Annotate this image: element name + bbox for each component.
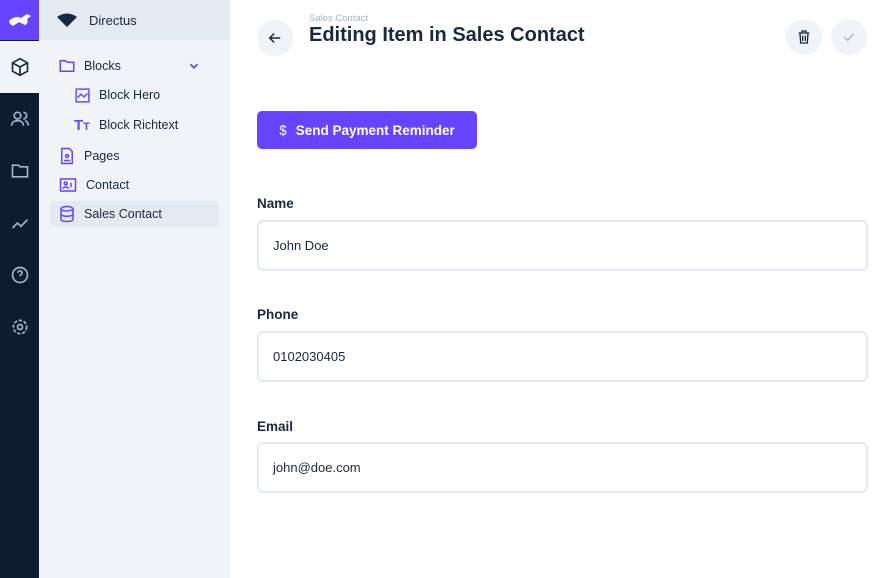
files-module-icon[interactable] [0, 145, 39, 197]
save-button[interactable] [831, 19, 867, 55]
chart-icon [75, 87, 90, 103]
field-label-phone: Phone [257, 307, 299, 322]
trash-icon [798, 30, 810, 44]
navigation-sidebar: Directus Blocks Block Hero TT Block Rich… [39, 0, 230, 578]
phone-input[interactable]: 0102030405 [257, 331, 868, 382]
name-input[interactable]: John Doe [257, 220, 868, 271]
nav-item-label: Blocks [84, 59, 121, 73]
field-label-email: Email [257, 419, 294, 434]
nav-item-label: Block Richtext [99, 118, 179, 132]
nav-item-label: Contact [86, 178, 130, 192]
main-content: Sales Contact Editing Item in Sales Cont… [230, 0, 881, 578]
users-module-icon[interactable] [0, 93, 39, 145]
document-icon [61, 147, 73, 165]
project-header[interactable]: Directus [39, 0, 230, 40]
nav-item-blocks[interactable]: Blocks [50, 53, 219, 79]
nav-item-label: Block Hero [99, 88, 161, 102]
nav-item-pages[interactable]: Pages [50, 143, 219, 169]
chevron-down-icon[interactable] [187, 59, 201, 73]
text-icon: TT [74, 116, 90, 134]
email-input[interactable]: john@doe.com [257, 442, 868, 493]
arrow-left-icon [268, 32, 281, 44]
nav-item-label: Pages [84, 149, 120, 163]
module-bar [0, 0, 39, 578]
page-title: Editing Item in Sales Contact [309, 24, 585, 46]
delete-button[interactable] [786, 19, 822, 55]
nav-item-block-richtext[interactable]: TT Block Richtext [50, 112, 219, 138]
check-icon [843, 33, 855, 42]
directus-logo[interactable] [0, 0, 39, 40]
project-icon [57, 13, 77, 27]
help-icon[interactable] [0, 249, 39, 301]
breadcrumb[interactable]: Sales Contact [309, 13, 368, 24]
back-button[interactable] [257, 20, 293, 56]
field-label-name: Name [257, 196, 294, 211]
nav-item-block-hero[interactable]: Block Hero [50, 82, 219, 108]
nav-item-label: Sales Contact [84, 207, 162, 221]
insights-module-icon[interactable] [0, 197, 39, 249]
send-payment-reminder-button[interactable]: $ Send Payment Reminder [257, 111, 477, 149]
folder-icon [59, 60, 75, 72]
settings-gear-icon[interactable] [0, 301, 39, 353]
contact-card-icon [59, 178, 77, 192]
button-label: Send Payment Reminder [295, 122, 455, 138]
database-icon [60, 205, 74, 223]
dollar-icon: $ [279, 122, 287, 138]
project-name: Directus [89, 12, 137, 28]
nav-item-sales-contact[interactable]: Sales Contact [50, 201, 219, 227]
nav-item-contact[interactable]: Contact [50, 172, 219, 198]
content-module-icon[interactable] [0, 41, 39, 93]
